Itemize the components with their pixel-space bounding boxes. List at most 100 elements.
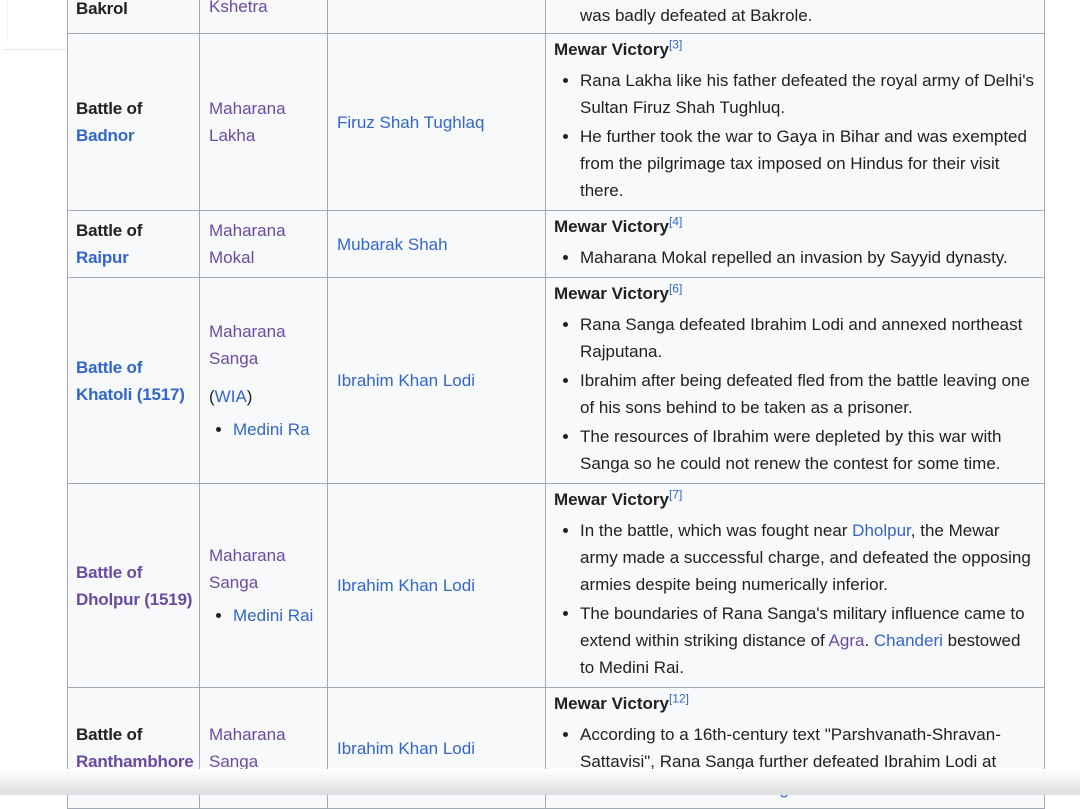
battle-name: Battle of Ranthambhore — [76, 721, 197, 775]
commander-name: Maharana Sanga — [209, 318, 319, 372]
reference-link-4[interactable]: [4] — [669, 214, 682, 228]
text-the-resources-of-ibrahim-were-: The resources of Ibrahim were depleted b… — [580, 427, 1001, 473]
text-he-further-took-the-war-to-gay: He further took the war to Gaya in Bihar… — [580, 127, 1027, 200]
reference-sup: [4] — [669, 214, 682, 228]
link-maharana-sanga[interactable]: Maharana Sanga — [209, 725, 286, 771]
result-detail-item: Rana Lakha like his father defeated the … — [580, 67, 1034, 121]
reference-link-12[interactable]: [12] — [669, 691, 689, 705]
commander-cell: Maharana Sanga (WIA) Medini Ra — [200, 278, 328, 484]
result-cell: Mewar Victory[4] Maharana Mokal repelled … — [546, 211, 1045, 278]
battle-cell: Battle of Raipur — [68, 211, 200, 278]
commander-name: Maharana Sanga — [209, 542, 319, 596]
bold-text-battle-of: Battle of — [76, 99, 142, 118]
result-detail-item: The boundaries of Rana Sanga's military … — [580, 600, 1034, 681]
link-maharana-lakha[interactable]: Maharana Lakha — [209, 99, 286, 145]
commander-cell: Kshetra — [200, 0, 328, 34]
commander-sublist-item: Medini Ra — [233, 416, 319, 443]
opponent-cell: Firuz Shah Tughlaq — [328, 34, 546, 211]
result-cell: was badly defeated at Bakrole. — [546, 0, 1045, 34]
row-bakrol-partial: Bakrol Kshetra was badly defeated at Bakro… — [68, 0, 1045, 34]
battles-table-body: Bakrol Kshetra was badly defeated at Bakro… — [68, 0, 1045, 809]
commander-cell: Maharana Lakha — [200, 34, 328, 211]
battle-name: Battle of Khatoli (1517) — [76, 354, 197, 408]
commander-sublist-item: Medini Rai — [233, 602, 319, 629]
opponent-cell — [328, 0, 546, 34]
text-rana-sanga-defeated-ibrahim-lo: Rana Sanga defeated Ibrahim Lodi and ann… — [580, 315, 1022, 361]
result-detail-item: In the battle, which was fought near Dho… — [580, 517, 1034, 598]
link-medini-ra[interactable]: Medini Ra — [233, 420, 310, 439]
link-firuz-shah-tughlaq[interactable]: Firuz Shah Tughlaq — [337, 113, 484, 132]
result-verdict: Mewar Victory[3] — [554, 36, 1034, 63]
link-battle-of-khatoli-1517[interactable]: Battle of Khatoli (1517) — [76, 358, 185, 404]
result-continuation: was badly defeated at Bakrole. — [580, 2, 1034, 29]
text-in-the-battle-which-was-fought: In the battle, which was fought near — [580, 521, 852, 540]
text-text: . — [864, 631, 873, 650]
result-verdict: Mewar Victory[4] — [554, 213, 1034, 240]
commander-sublist: Medini Rai — [209, 602, 319, 629]
link-ibrahim-khan-lodi[interactable]: Ibrahim Khan Lodi — [337, 739, 475, 758]
reference-sup: [3] — [669, 37, 682, 51]
commander-status: (WIA) — [209, 383, 319, 410]
commander-cell: Maharana Sanga Medini Rai — [200, 484, 328, 688]
link-badnor[interactable]: Badnor — [76, 126, 134, 145]
sidebar-edge-line — [7, 0, 8, 42]
result-details-list: Maharana Mokal repelled an invasion by S… — [554, 244, 1034, 271]
result-verdict: Mewar Victory[6] — [554, 280, 1034, 307]
link-maharana-sanga[interactable]: Maharana Sanga — [209, 322, 286, 368]
result-details-list: Rana Lakha like his father defeated the … — [554, 67, 1034, 204]
text-text: ) — [247, 387, 253, 406]
result-details-list: In the battle, which was fought near Dho… — [554, 517, 1034, 681]
commander-name: Maharana Lakha — [209, 95, 319, 149]
bold-text-mewar-victory: Mewar Victory — [554, 490, 669, 509]
battle-cell: Bakrol — [68, 0, 200, 34]
link-ibrahim-khan-lodi[interactable]: Ibrahim Khan Lodi — [337, 576, 475, 595]
sidebar-divider-line — [3, 49, 76, 50]
text-rana-lakha-like-his-father-def: Rana Lakha like his father defeated the … — [580, 71, 1034, 117]
link-dholpur[interactable]: Dholpur — [852, 521, 911, 540]
link-raipur[interactable]: Raipur — [76, 248, 129, 267]
result-detail-item: He further took the war to Gaya in Bihar… — [580, 123, 1034, 204]
opponent-cell: Mubarak Shah — [328, 211, 546, 278]
result-detail-item: The resources of Ibrahim were depleted b… — [580, 423, 1034, 477]
result-verdict: Mewar Victory[7] — [554, 486, 1034, 513]
bold-text-bakrol: Bakrol — [76, 0, 128, 18]
link-agra[interactable]: Agra — [829, 631, 865, 650]
link-maharana-mokal[interactable]: Maharana Mokal — [209, 221, 286, 267]
link-ibrahim-khan-lodi[interactable]: Ibrahim Khan Lodi — [337, 371, 475, 390]
link-battle-of-dholpur-1519[interactable]: Battle of Dholpur (1519) — [76, 563, 192, 609]
battle-name: Bakrol — [76, 0, 197, 22]
commander-cell: Maharana Mokal — [200, 211, 328, 278]
result-detail-item: Ibrahim after being defeated fled from t… — [580, 367, 1034, 421]
commander-name: Maharana Mokal — [209, 217, 319, 271]
link-kshetra[interactable]: Kshetra — [209, 0, 268, 16]
opponent-name: Ibrahim Khan Lodi — [337, 367, 537, 394]
row-battle-of-raipur: Battle of Raipur Maharana Mokal Mubarak Sh… — [68, 211, 1045, 278]
opponent-name: Ibrahim Khan Lodi — [337, 572, 537, 599]
bold-text-mewar-victory: Mewar Victory — [554, 40, 669, 59]
result-details-list: Rana Sanga defeated Ibrahim Lodi and ann… — [554, 311, 1034, 477]
battle-cell: Battle of Dholpur (1519) — [68, 484, 200, 688]
reference-link-6[interactable]: [6] — [669, 281, 682, 295]
battle-name: Battle of Dholpur (1519) — [76, 559, 197, 613]
link-medini-rai[interactable]: Medini Rai — [233, 606, 313, 625]
opponent-name: Firuz Shah Tughlaq — [337, 109, 537, 136]
result-cell: Mewar Victory[6] Rana Sanga defeated Ibra… — [546, 278, 1045, 484]
bold-text-mewar-victory: Mewar Victory — [554, 217, 669, 236]
row-battle-of-khatoli-1517: Battle of Khatoli (1517) Maharana Sanga (W… — [68, 278, 1045, 484]
link-chanderi[interactable]: Chanderi — [874, 631, 943, 650]
reference-link-3[interactable]: [3] — [669, 37, 682, 51]
row-battle-of-badnor: Battle of BadnorMaharana LakhaFiruz Shah… — [68, 34, 1045, 211]
battle-cell: Battle of Khatoli (1517) — [68, 278, 200, 484]
battle-name: Battle of Raipur — [76, 217, 197, 271]
link-mubarak-shah[interactable]: Mubarak Shah — [337, 235, 448, 254]
mewar-battles-table: Bakrol Kshetra was badly defeated at Bakro… — [67, 0, 1045, 809]
link-wia[interactable]: WIA — [215, 387, 247, 406]
link-maharana-sanga[interactable]: Maharana Sanga — [209, 546, 286, 592]
commander-name: Kshetra — [209, 0, 319, 20]
bold-text-mewar-victory: Mewar Victory — [554, 284, 669, 303]
commander-sublist: Medini Ra — [209, 416, 319, 443]
window-bottom-fade — [0, 769, 1080, 795]
commander-name: Maharana Sanga — [209, 721, 319, 775]
reference-link-7[interactable]: [7] — [669, 487, 682, 501]
battle-cell: Battle of Badnor — [68, 34, 200, 211]
